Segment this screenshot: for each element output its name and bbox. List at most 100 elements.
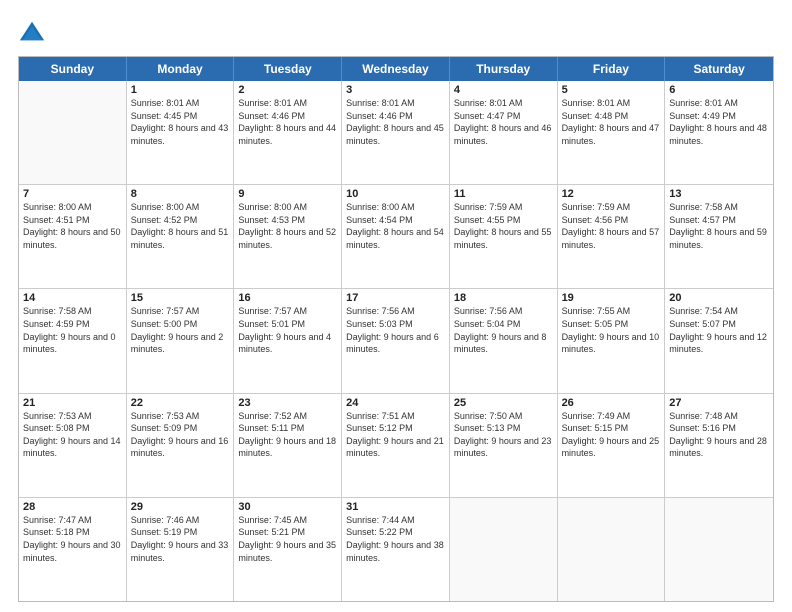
day-info: Sunrise: 7:58 AM Sunset: 4:59 PM Dayligh… <box>23 305 122 355</box>
day-cell-17: 17Sunrise: 7:56 AM Sunset: 5:03 PM Dayli… <box>342 289 450 392</box>
day-cell-3: 3Sunrise: 8:01 AM Sunset: 4:46 PM Daylig… <box>342 81 450 184</box>
day-number: 13 <box>669 188 769 200</box>
day-info: Sunrise: 7:49 AM Sunset: 5:15 PM Dayligh… <box>562 410 661 460</box>
day-info: Sunrise: 7:55 AM Sunset: 5:05 PM Dayligh… <box>562 305 661 355</box>
day-info: Sunrise: 7:47 AM Sunset: 5:18 PM Dayligh… <box>23 514 122 564</box>
day-number: 25 <box>454 397 553 409</box>
day-number: 30 <box>238 501 337 513</box>
day-cell-4: 4Sunrise: 8:01 AM Sunset: 4:47 PM Daylig… <box>450 81 558 184</box>
day-number: 23 <box>238 397 337 409</box>
day-info: Sunrise: 7:51 AM Sunset: 5:12 PM Dayligh… <box>346 410 445 460</box>
calendar-week-1: 1Sunrise: 8:01 AM Sunset: 4:45 PM Daylig… <box>19 81 773 185</box>
header <box>18 18 774 46</box>
header-day-friday: Friday <box>558 57 666 81</box>
day-info: Sunrise: 8:01 AM Sunset: 4:46 PM Dayligh… <box>346 97 445 147</box>
day-info: Sunrise: 7:59 AM Sunset: 4:56 PM Dayligh… <box>562 201 661 251</box>
day-cell-27: 27Sunrise: 7:48 AM Sunset: 5:16 PM Dayli… <box>665 394 773 497</box>
day-info: Sunrise: 7:44 AM Sunset: 5:22 PM Dayligh… <box>346 514 445 564</box>
day-info: Sunrise: 8:01 AM Sunset: 4:49 PM Dayligh… <box>669 97 769 147</box>
day-info: Sunrise: 7:57 AM Sunset: 5:01 PM Dayligh… <box>238 305 337 355</box>
day-cell-26: 26Sunrise: 7:49 AM Sunset: 5:15 PM Dayli… <box>558 394 666 497</box>
day-info: Sunrise: 7:53 AM Sunset: 5:09 PM Dayligh… <box>131 410 230 460</box>
day-info: Sunrise: 7:53 AM Sunset: 5:08 PM Dayligh… <box>23 410 122 460</box>
day-info: Sunrise: 8:01 AM Sunset: 4:46 PM Dayligh… <box>238 97 337 147</box>
header-day-monday: Monday <box>127 57 235 81</box>
day-cell-9: 9Sunrise: 8:00 AM Sunset: 4:53 PM Daylig… <box>234 185 342 288</box>
day-number: 28 <box>23 501 122 513</box>
day-cell-2: 2Sunrise: 8:01 AM Sunset: 4:46 PM Daylig… <box>234 81 342 184</box>
day-info: Sunrise: 8:00 AM Sunset: 4:53 PM Dayligh… <box>238 201 337 251</box>
day-info: Sunrise: 8:00 AM Sunset: 4:51 PM Dayligh… <box>23 201 122 251</box>
day-cell-14: 14Sunrise: 7:58 AM Sunset: 4:59 PM Dayli… <box>19 289 127 392</box>
day-info: Sunrise: 7:52 AM Sunset: 5:11 PM Dayligh… <box>238 410 337 460</box>
day-info: Sunrise: 7:57 AM Sunset: 5:00 PM Dayligh… <box>131 305 230 355</box>
day-cell-1: 1Sunrise: 8:01 AM Sunset: 4:45 PM Daylig… <box>127 81 235 184</box>
day-info: Sunrise: 7:54 AM Sunset: 5:07 PM Dayligh… <box>669 305 769 355</box>
day-number: 17 <box>346 292 445 304</box>
day-number: 6 <box>669 84 769 96</box>
day-cell-21: 21Sunrise: 7:53 AM Sunset: 5:08 PM Dayli… <box>19 394 127 497</box>
day-cell-11: 11Sunrise: 7:59 AM Sunset: 4:55 PM Dayli… <box>450 185 558 288</box>
day-cell-7: 7Sunrise: 8:00 AM Sunset: 4:51 PM Daylig… <box>19 185 127 288</box>
header-day-sunday: Sunday <box>19 57 127 81</box>
calendar-body: 1Sunrise: 8:01 AM Sunset: 4:45 PM Daylig… <box>19 81 773 601</box>
calendar-week-5: 28Sunrise: 7:47 AM Sunset: 5:18 PM Dayli… <box>19 498 773 601</box>
day-cell-31: 31Sunrise: 7:44 AM Sunset: 5:22 PM Dayli… <box>342 498 450 601</box>
day-number: 19 <box>562 292 661 304</box>
day-number: 3 <box>346 84 445 96</box>
day-cell-6: 6Sunrise: 8:01 AM Sunset: 4:49 PM Daylig… <box>665 81 773 184</box>
day-info: Sunrise: 8:00 AM Sunset: 4:52 PM Dayligh… <box>131 201 230 251</box>
day-cell-8: 8Sunrise: 8:00 AM Sunset: 4:52 PM Daylig… <box>127 185 235 288</box>
day-number: 31 <box>346 501 445 513</box>
header-day-thursday: Thursday <box>450 57 558 81</box>
day-number: 18 <box>454 292 553 304</box>
day-number: 5 <box>562 84 661 96</box>
day-cell-25: 25Sunrise: 7:50 AM Sunset: 5:13 PM Dayli… <box>450 394 558 497</box>
header-day-tuesday: Tuesday <box>234 57 342 81</box>
day-cell-20: 20Sunrise: 7:54 AM Sunset: 5:07 PM Dayli… <box>665 289 773 392</box>
day-cell-24: 24Sunrise: 7:51 AM Sunset: 5:12 PM Dayli… <box>342 394 450 497</box>
day-number: 9 <box>238 188 337 200</box>
day-cell-12: 12Sunrise: 7:59 AM Sunset: 4:56 PM Dayli… <box>558 185 666 288</box>
day-cell-16: 16Sunrise: 7:57 AM Sunset: 5:01 PM Dayli… <box>234 289 342 392</box>
calendar-week-4: 21Sunrise: 7:53 AM Sunset: 5:08 PM Dayli… <box>19 394 773 498</box>
day-info: Sunrise: 7:59 AM Sunset: 4:55 PM Dayligh… <box>454 201 553 251</box>
day-number: 8 <box>131 188 230 200</box>
day-number: 24 <box>346 397 445 409</box>
day-number: 26 <box>562 397 661 409</box>
day-info: Sunrise: 8:01 AM Sunset: 4:47 PM Dayligh… <box>454 97 553 147</box>
calendar: SundayMondayTuesdayWednesdayThursdayFrid… <box>18 56 774 602</box>
day-number: 7 <box>23 188 122 200</box>
day-info: Sunrise: 7:45 AM Sunset: 5:21 PM Dayligh… <box>238 514 337 564</box>
day-info: Sunrise: 8:01 AM Sunset: 4:45 PM Dayligh… <box>131 97 230 147</box>
day-info: Sunrise: 7:56 AM Sunset: 5:04 PM Dayligh… <box>454 305 553 355</box>
day-info: Sunrise: 7:58 AM Sunset: 4:57 PM Dayligh… <box>669 201 769 251</box>
day-number: 4 <box>454 84 553 96</box>
day-number: 15 <box>131 292 230 304</box>
empty-cell <box>450 498 558 601</box>
header-day-wednesday: Wednesday <box>342 57 450 81</box>
day-number: 12 <box>562 188 661 200</box>
day-number: 20 <box>669 292 769 304</box>
day-cell-23: 23Sunrise: 7:52 AM Sunset: 5:11 PM Dayli… <box>234 394 342 497</box>
header-day-saturday: Saturday <box>665 57 773 81</box>
day-info: Sunrise: 7:48 AM Sunset: 5:16 PM Dayligh… <box>669 410 769 460</box>
day-info: Sunrise: 7:56 AM Sunset: 5:03 PM Dayligh… <box>346 305 445 355</box>
empty-cell <box>19 81 127 184</box>
day-number: 11 <box>454 188 553 200</box>
calendar-header: SundayMondayTuesdayWednesdayThursdayFrid… <box>19 57 773 81</box>
day-cell-19: 19Sunrise: 7:55 AM Sunset: 5:05 PM Dayli… <box>558 289 666 392</box>
day-cell-22: 22Sunrise: 7:53 AM Sunset: 5:09 PM Dayli… <box>127 394 235 497</box>
day-number: 1 <box>131 84 230 96</box>
day-info: Sunrise: 8:00 AM Sunset: 4:54 PM Dayligh… <box>346 201 445 251</box>
day-number: 27 <box>669 397 769 409</box>
calendar-week-2: 7Sunrise: 8:00 AM Sunset: 4:51 PM Daylig… <box>19 185 773 289</box>
day-number: 16 <box>238 292 337 304</box>
logo-icon <box>18 18 46 46</box>
day-cell-5: 5Sunrise: 8:01 AM Sunset: 4:48 PM Daylig… <box>558 81 666 184</box>
empty-cell <box>558 498 666 601</box>
empty-cell <box>665 498 773 601</box>
day-number: 22 <box>131 397 230 409</box>
day-info: Sunrise: 7:46 AM Sunset: 5:19 PM Dayligh… <box>131 514 230 564</box>
logo <box>18 18 50 46</box>
